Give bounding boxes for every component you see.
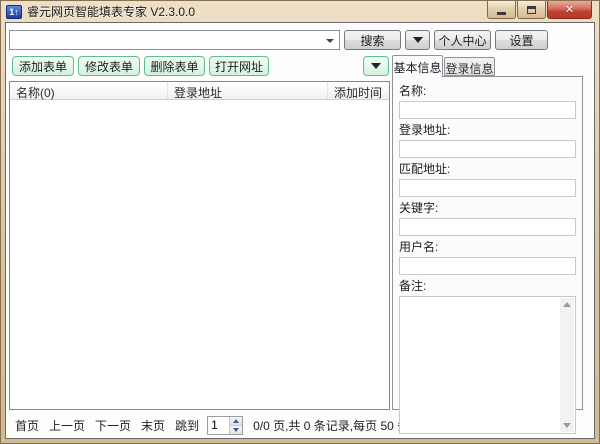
login-url-label: 登录地址: [399,121,576,138]
window-title: 睿元网页智能填表专家 V2.3.0.0 [27,3,195,20]
close-icon: ✕ [565,3,574,16]
first-page-link[interactable]: 首页 [15,417,39,434]
spinner-up-button[interactable] [230,417,242,425]
match-url-label: 匹配地址: [399,160,576,177]
app-icon: 1↑ [6,5,22,19]
login-url-field[interactable] [399,140,576,158]
combobox-dropdown-icon[interactable] [326,39,334,43]
match-url-field[interactable] [399,179,576,197]
spinner-up-icon [233,419,239,423]
more-actions-button[interactable] [363,56,389,76]
name-label: 名称: [399,82,576,99]
remark-label: 备注: [399,277,576,294]
spinner-buttons [229,417,242,434]
jump-to-label: 跳到 [175,417,199,434]
tab-login-info[interactable]: 登录信息 [444,57,495,76]
page-number-input[interactable] [209,418,228,433]
forms-list-body[interactable] [10,100,389,409]
page-number-spinner [207,416,243,435]
chevron-down-icon [371,63,381,69]
chevron-down-icon [413,37,423,43]
minimize-button[interactable] [487,1,516,19]
personal-center-button[interactable]: 个人中心 [434,30,491,50]
keyword-label: 关键字: [399,199,576,216]
username-label: 用户名: [399,238,576,255]
add-form-button[interactable]: 添加表单 [12,56,74,76]
prev-page-link[interactable]: 上一页 [49,417,85,434]
search-button[interactable]: 搜索 [344,30,401,50]
window-controls: ✕ [487,1,592,19]
url-combobox[interactable] [9,30,340,50]
open-url-button[interactable]: 打开网址 [209,56,269,76]
search-options-button[interactable] [405,30,430,50]
scroll-down-icon [563,423,571,428]
name-field[interactable] [399,101,576,119]
client-area: 搜索 个人中心 设置 添加表单 修改表单 删除表单 打开网址 名称(0) 登录地… [5,22,595,439]
maximize-button[interactable] [517,1,546,19]
basic-info-panel: 名称: 登录地址: 匹配地址: 关键字: 用户名: 备注: [392,76,583,410]
delete-form-button[interactable]: 删除表单 [144,56,205,76]
minimize-icon [497,12,506,15]
close-button[interactable]: ✕ [547,1,592,19]
column-header-added-time[interactable]: 添加时间 [328,82,389,99]
remark-field-wrap [399,296,576,434]
remark-scrollbar[interactable] [560,298,574,432]
username-field[interactable] [399,257,576,275]
last-page-link[interactable]: 末页 [141,417,165,434]
record-summary: 0/0 页,共 0 条记录,每页 50 条 [253,417,409,434]
spinner-down-icon [233,428,239,432]
url-combobox-input[interactable] [11,32,321,48]
spinner-down-button[interactable] [230,425,242,434]
tab-basic-info[interactable]: 基本信息 [392,55,443,77]
scroll-up-icon [563,302,571,307]
next-page-link[interactable]: 下一页 [95,417,131,434]
settings-button[interactable]: 设置 [495,30,548,50]
app-window: 1↑ 睿元网页智能填表专家 V2.3.0.0 ✕ 搜索 个人中心 设置 添加表单… [0,0,600,444]
edit-form-button[interactable]: 修改表单 [78,56,140,76]
keyword-field[interactable] [399,218,576,236]
remark-field[interactable] [401,298,559,432]
forms-list: 名称(0) 登录地址 添加时间 [9,81,390,410]
column-header-name[interactable]: 名称(0) [10,82,168,99]
maximize-icon [527,6,536,14]
column-header-login-url[interactable]: 登录地址 [168,82,328,99]
forms-list-header: 名称(0) 登录地址 添加时间 [10,82,389,100]
